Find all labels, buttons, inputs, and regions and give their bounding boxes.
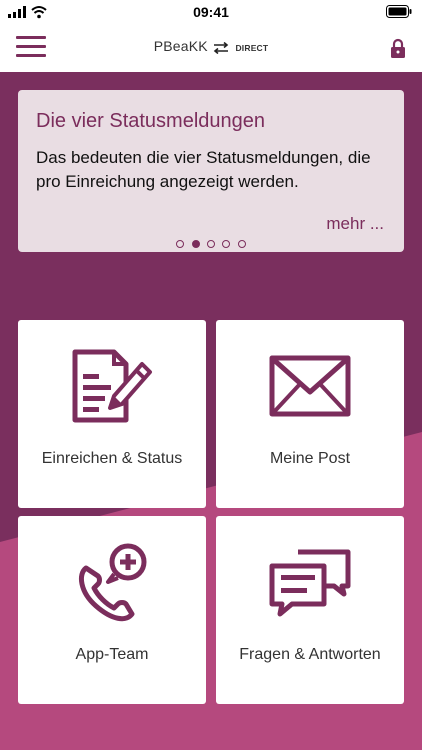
page-indicator[interactable] <box>18 235 404 253</box>
page-dot[interactable] <box>222 240 231 248</box>
banner-title: Die vier Statusmeldungen <box>36 110 266 132</box>
page-dot-active[interactable] <box>191 240 200 248</box>
chat-bubbles-icon <box>269 549 351 617</box>
tile-fragen-antworten[interactable]: Fragen & Antworten <box>216 516 404 704</box>
envelope-icon <box>269 355 351 417</box>
logo-primary-text: PBeaKK <box>153 38 208 54</box>
battery-icon <box>386 5 412 18</box>
page-dot[interactable] <box>207 240 215 248</box>
tile-label: Einreichen & Status <box>41 450 183 467</box>
status-time: 09:41 <box>193 4 229 20</box>
tile-meine-post[interactable]: Meine Post <box>216 320 404 508</box>
logo-secondary-text: DIRECT <box>235 43 269 53</box>
app-logo: PBeaKK DIRECT <box>0 38 422 54</box>
swap-arrows-icon <box>213 41 228 54</box>
lock-icon[interactable] <box>390 38 406 58</box>
info-banner-card[interactable]: Die vier Statusmeldungen Das bedeuten di… <box>18 90 404 252</box>
page-dot[interactable] <box>237 240 246 248</box>
tile-app-team[interactable]: App-Team <box>18 516 206 704</box>
document-edit-icon <box>72 349 152 423</box>
status-bar: 09:41 <box>0 0 422 24</box>
tile-label: App-Team <box>75 646 149 663</box>
tile-label: Fragen & Antworten <box>239 646 381 663</box>
banner-text: Das bedeuten die vier Statusmeldungen, d… <box>36 148 371 191</box>
page-dot[interactable] <box>176 240 185 248</box>
phone-add-icon <box>78 543 147 622</box>
tile-label: Meine Post <box>269 450 351 467</box>
more-link[interactable]: mehr ... <box>326 214 384 234</box>
tile-einreichen-status[interactable]: Einreichen & Status <box>18 320 206 508</box>
navigation-bar: PBeaKK DIRECT <box>0 24 422 72</box>
